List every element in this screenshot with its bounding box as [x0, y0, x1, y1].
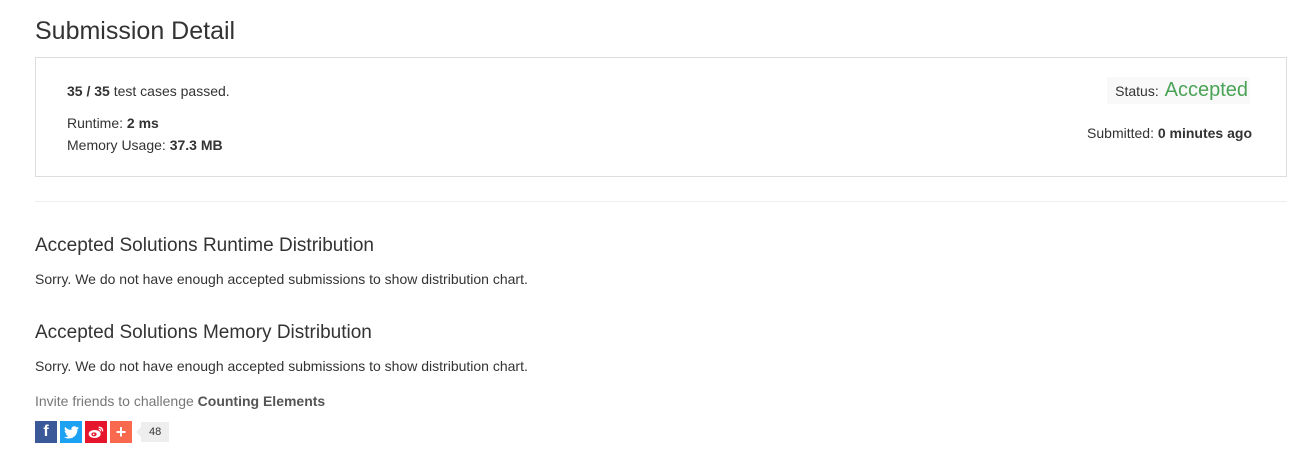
status-indicator: Status: Accepted: [1107, 77, 1250, 104]
submission-detail-page: Submission Detail 35 / 35 test cases pas…: [0, 0, 1305, 452]
test-cases-summary: 35 / 35 test cases passed.: [67, 83, 230, 99]
runtime-row: Runtime: 2 ms: [67, 115, 159, 131]
facebook-icon: f: [43, 423, 49, 440]
runtime-label: Runtime:: [67, 115, 127, 131]
twitter-icon: [63, 425, 79, 438]
more-share-button[interactable]: +: [110, 421, 132, 443]
invite-prefix: Invite friends to challenge: [35, 393, 198, 409]
passed-suffix: test cases passed.: [109, 83, 230, 99]
memory-distribution-heading: Accepted Solutions Memory Distribution: [35, 322, 372, 343]
submitted-label: Submitted:: [1087, 125, 1158, 141]
page-title: Submission Detail: [35, 17, 236, 45]
memory-distribution-message: Sorry. We do not have enough accepted su…: [35, 358, 528, 374]
submitted-row: Submitted: 0 minutes ago: [1087, 125, 1252, 141]
runtime-distribution-message: Sorry. We do not have enough accepted su…: [35, 271, 528, 287]
share-bar: f + 48: [35, 421, 170, 443]
submitted-value: 0 minutes ago: [1157, 125, 1252, 141]
passed-count: 35 / 35: [67, 83, 110, 99]
memory-label: Memory Usage:: [67, 137, 170, 153]
result-panel: 35 / 35 test cases passed. Runtime: 2 ms…: [35, 57, 1287, 177]
weibo-share-button[interactable]: [85, 421, 107, 443]
share-count-badge: 48: [135, 422, 170, 442]
plus-icon: +: [115, 422, 127, 442]
weibo-icon: [88, 426, 104, 438]
facebook-share-button[interactable]: f: [35, 421, 57, 443]
memory-value: 37.3 MB: [169, 137, 223, 153]
invite-friends-text: Invite friends to challenge Counting Ele…: [35, 393, 325, 409]
twitter-share-button[interactable]: [60, 421, 82, 443]
runtime-value: 2 ms: [126, 115, 159, 131]
status-label: Status:: [1115, 83, 1163, 99]
memory-row: Memory Usage: 37.3 MB: [67, 137, 223, 153]
section-divider: [35, 201, 1287, 202]
status-value: Accepted: [1164, 79, 1248, 101]
problem-name: Counting Elements: [197, 393, 326, 409]
runtime-distribution-heading: Accepted Solutions Runtime Distribution: [35, 235, 375, 256]
